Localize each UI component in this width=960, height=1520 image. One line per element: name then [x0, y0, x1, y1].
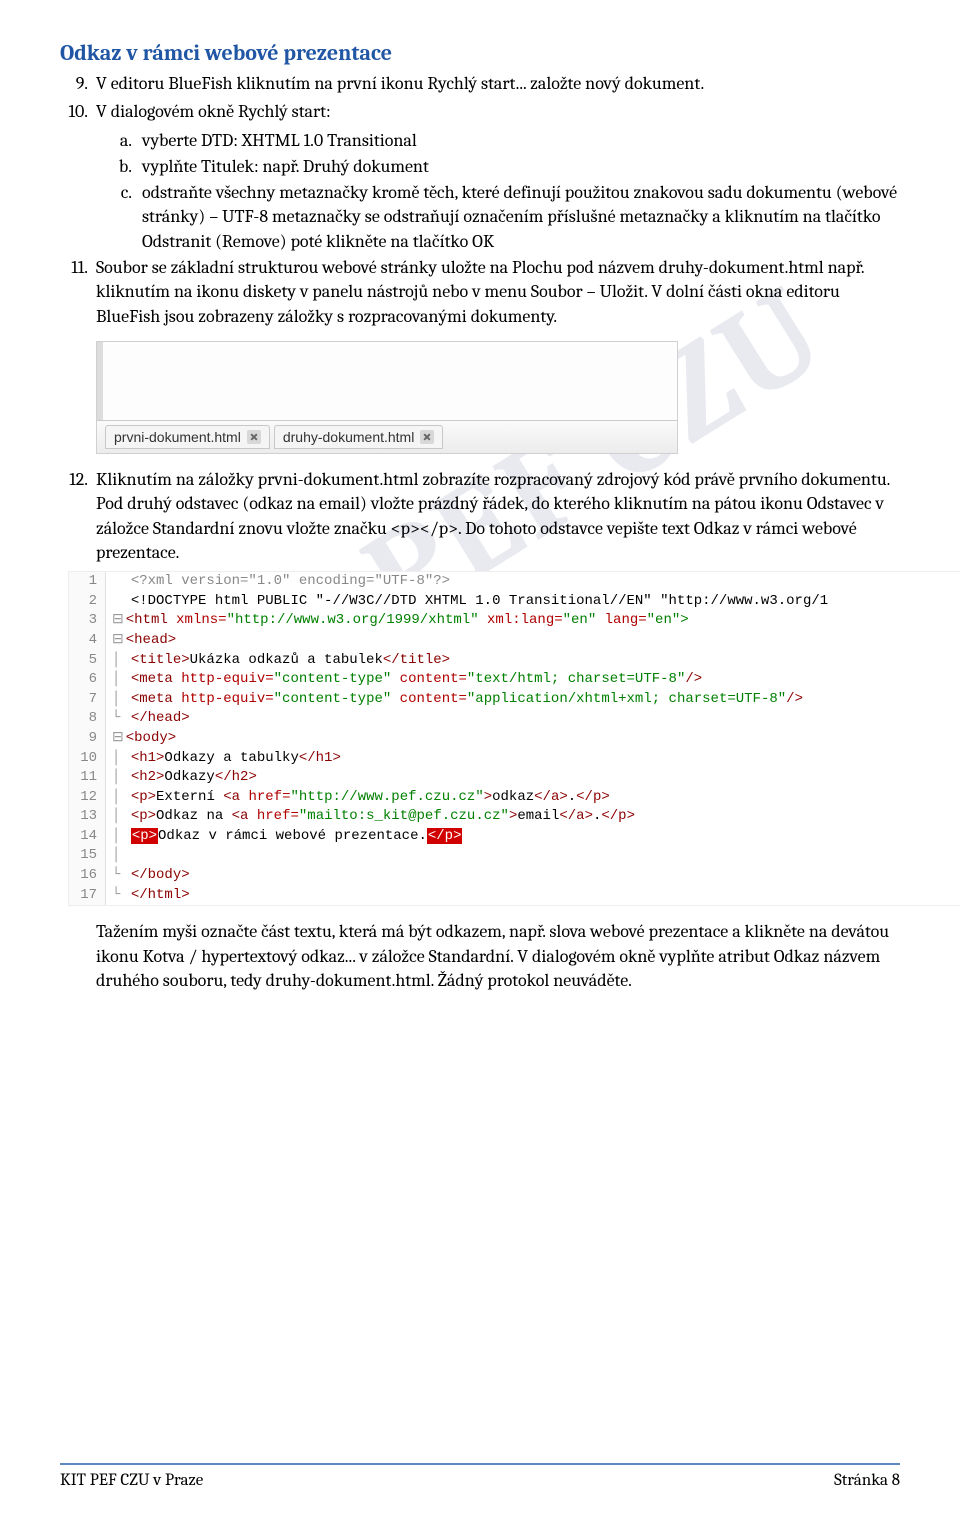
sub-item-c: c.odstraňte všechny metaznačky kromě těc…: [142, 181, 900, 254]
list-num: 12.: [60, 468, 96, 492]
list-text: V editoru BlueFish kliknutím na první ik…: [96, 73, 704, 94]
list-text: V dialogovém okně Rychlý start:: [96, 101, 331, 122]
list-num: 10.: [60, 100, 96, 124]
tab-label: prvni-dokument.html: [114, 429, 241, 445]
list-item-10: 10.V dialogovém okně Rychlý start:: [96, 100, 900, 124]
sub-text: vyberte DTD: XHTML 1.0 Transitional: [142, 130, 417, 151]
paragraph-after-12: Tažením myši označte část textu, která m…: [96, 920, 900, 993]
list-num: 11.: [60, 256, 96, 280]
close-icon[interactable]: [420, 430, 434, 444]
sub-text: odstraňte všechny metaznačky kromě těch,…: [142, 182, 897, 252]
section-heading: Odkaz v rámci webové prezentace: [60, 40, 900, 66]
editor-tabs-screenshot: prvni-dokument.html druhy-dokument.html: [96, 341, 678, 454]
page-footer: KIT PEF CZU v Praze Stránka 8: [60, 1463, 900, 1490]
list-text: Soubor se základní strukturou webové str…: [96, 257, 864, 327]
list-num: 9.: [60, 72, 96, 96]
code-editor-screenshot: 1 <?xml version="1.0" encoding="UTF-8"?>…: [68, 571, 960, 906]
footer-left: KIT PEF CZU v Praze: [60, 1471, 203, 1490]
close-icon[interactable]: [247, 430, 261, 444]
list-item-11: 11.Soubor se základní strukturou webové …: [96, 256, 900, 329]
sub-text: vyplňte Titulek: např. Druhý dokument: [142, 156, 429, 177]
sub-item-b: b.vyplňte Titulek: např. Druhý dokument: [142, 155, 900, 179]
sub-letter: a.: [112, 129, 142, 153]
footer-right: Stránka 8: [834, 1471, 900, 1490]
list-item-9: 9.V editoru BlueFish kliknutím na první …: [96, 72, 900, 96]
list-text: Kliknutím na záložky prvni-dokument.html…: [96, 469, 890, 563]
tab-label: druhy-dokument.html: [283, 429, 415, 445]
sub-item-a: a.vyberte DTD: XHTML 1.0 Transitional: [142, 129, 900, 153]
sub-letter: b.: [112, 155, 142, 179]
list-item-12: 12.Kliknutím na záložky prvni-dokument.h…: [96, 468, 900, 565]
sub-letter: c.: [112, 181, 142, 205]
tab-prvni-dokument[interactable]: prvni-dokument.html: [105, 425, 270, 449]
tab-druhy-dokument[interactable]: druhy-dokument.html: [274, 425, 444, 449]
